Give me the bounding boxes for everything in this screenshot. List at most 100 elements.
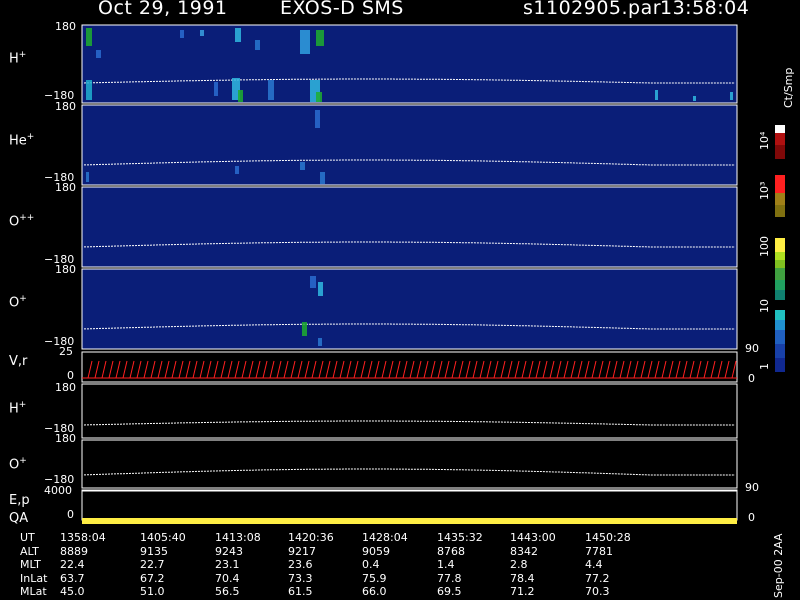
- label-h-plus-spec: H+: [9, 50, 27, 67]
- spectrogram-cell: [180, 30, 184, 38]
- table-cell: 8342: [510, 544, 538, 558]
- colorbar-segment: [775, 268, 785, 280]
- header-date: Oct 29, 1991: [98, 0, 228, 19]
- spectrogram-cell: [318, 338, 322, 346]
- spectrogram-cell: [693, 96, 696, 101]
- label-he-plus-spec: He+: [9, 132, 35, 149]
- table-row-label-inlat: InLat: [20, 571, 48, 585]
- table-row-label-mlt: MLT: [20, 558, 41, 571]
- spectrogram-cell: [316, 92, 322, 102]
- table-cell: 1.4: [437, 558, 455, 571]
- table-cell: 23.1: [215, 558, 240, 571]
- tick-ol-top: 180: [55, 432, 76, 445]
- spectrogram-cell: [655, 90, 658, 100]
- table-row-label-ut: UT: [20, 531, 35, 544]
- panel-ep-qa: [81, 489, 738, 521]
- table-cell: 66.0: [362, 585, 387, 598]
- table-cell: 77.2: [585, 571, 610, 585]
- label-vr: V,r: [9, 354, 28, 369]
- table-row-label-mlat: MLat: [20, 585, 47, 598]
- colorbar-segment: [775, 145, 785, 159]
- colorbar-segment: [775, 358, 785, 372]
- tick-opp-top: 180: [55, 181, 76, 194]
- panel-o-pp-spec: [81, 186, 738, 268]
- colorbar-segment: [775, 330, 785, 344]
- tick-op-top: 180: [55, 263, 76, 276]
- colorbar-segment: [775, 133, 785, 145]
- table-cell: 2.8: [510, 558, 528, 571]
- table-cell: 9243: [215, 544, 243, 558]
- colorbar-group: [775, 125, 785, 372]
- table-cell: 4.4: [585, 558, 603, 571]
- tick-h-top: 180: [55, 20, 76, 33]
- spectrogram-cell: [86, 28, 92, 46]
- tick-vr-right-top: 90: [745, 342, 759, 355]
- table-cell: 69.5: [437, 585, 462, 598]
- table-cell: 56.5: [215, 585, 240, 598]
- colorbar-segment: [775, 280, 785, 290]
- label-o-plus-line: O+: [9, 456, 27, 473]
- table-cell: 8768: [437, 544, 465, 558]
- colorbar-tick-10: 10: [758, 299, 771, 313]
- colorbar-segment: [775, 260, 785, 268]
- spectrogram-cell: [302, 322, 307, 336]
- label-h-plus-line: H+: [9, 400, 27, 417]
- colorbar-segment: [775, 193, 785, 205]
- header-mission: EXOS-D SMS: [280, 0, 404, 19]
- table-cell: 8889: [60, 544, 88, 558]
- colorbar-segment: [775, 125, 785, 133]
- spectrogram-cell: [235, 166, 239, 174]
- spectrogram-cell: [320, 172, 325, 184]
- qa-bar: [82, 518, 737, 524]
- table-cell: 1428:04: [362, 531, 408, 544]
- sms-spectrogram-plot: [81, 24, 785, 524]
- spectrogram-cell: [200, 30, 204, 36]
- table-cell: 1413:08: [215, 531, 261, 544]
- table-cell: 1358:04: [60, 531, 106, 544]
- colorbar-segment: [775, 238, 785, 252]
- label-ep: E,p: [9, 493, 30, 508]
- table-cell: 45.0: [60, 585, 85, 598]
- table-cell: 23.6: [288, 558, 313, 571]
- tick-vr-top: 25: [59, 345, 73, 358]
- table-cell: 1443:00: [510, 531, 556, 544]
- footer-note: Sep-00 2AA: [772, 533, 785, 598]
- tick-qa-right-bottom: 0: [748, 511, 755, 524]
- header-file: s1102905.par: [523, 0, 662, 19]
- table-cell: 61.5: [288, 585, 313, 598]
- panel-o-plus-line: [81, 439, 738, 489]
- table-cell: 1420:36: [288, 531, 334, 544]
- spectrogram-cell: [318, 282, 323, 296]
- table-cell: 1435:32: [437, 531, 483, 544]
- header-time: 13:58:04: [660, 0, 750, 19]
- colorbar-segment: [775, 310, 785, 320]
- colorbar-segment: [775, 320, 785, 330]
- colorbar-segment: [775, 290, 785, 300]
- colorbar-segment: [775, 344, 785, 358]
- label-qa: QA: [9, 511, 29, 526]
- panels-group: [81, 24, 738, 521]
- table-cell: 9059: [362, 544, 390, 558]
- colorbar-tick-100: 100: [758, 236, 771, 257]
- table-cell: 73.3: [288, 571, 313, 585]
- spectrogram-cell: [96, 50, 101, 58]
- panel-he-plus-spec: [81, 104, 738, 186]
- spectrogram-cell: [235, 28, 241, 42]
- table-cell: 1405:40: [140, 531, 186, 544]
- colorbar-tick-1e3: 10³: [758, 181, 771, 200]
- spectrogram-cell: [238, 90, 243, 102]
- table-cell: 51.0: [140, 585, 165, 598]
- panel-o-plus-spec: [81, 268, 738, 350]
- table-cell: 71.2: [510, 585, 535, 598]
- tick-ep-right-top: 90: [745, 481, 759, 494]
- tick-hl-top: 180: [55, 381, 76, 394]
- table-cell: 1450:28: [585, 531, 631, 544]
- spectrogram-cell: [86, 172, 89, 182]
- tick-qa-bottom: 0: [67, 508, 74, 521]
- colorbar-label: Ct/Smp: [782, 67, 795, 108]
- panel-h-plus-line: [81, 383, 738, 439]
- spectrogram-cell: [730, 92, 733, 100]
- spectrogram-cell: [316, 30, 324, 46]
- label-o-pp-spec: O++: [9, 213, 35, 230]
- table-cell: 63.7: [60, 571, 85, 585]
